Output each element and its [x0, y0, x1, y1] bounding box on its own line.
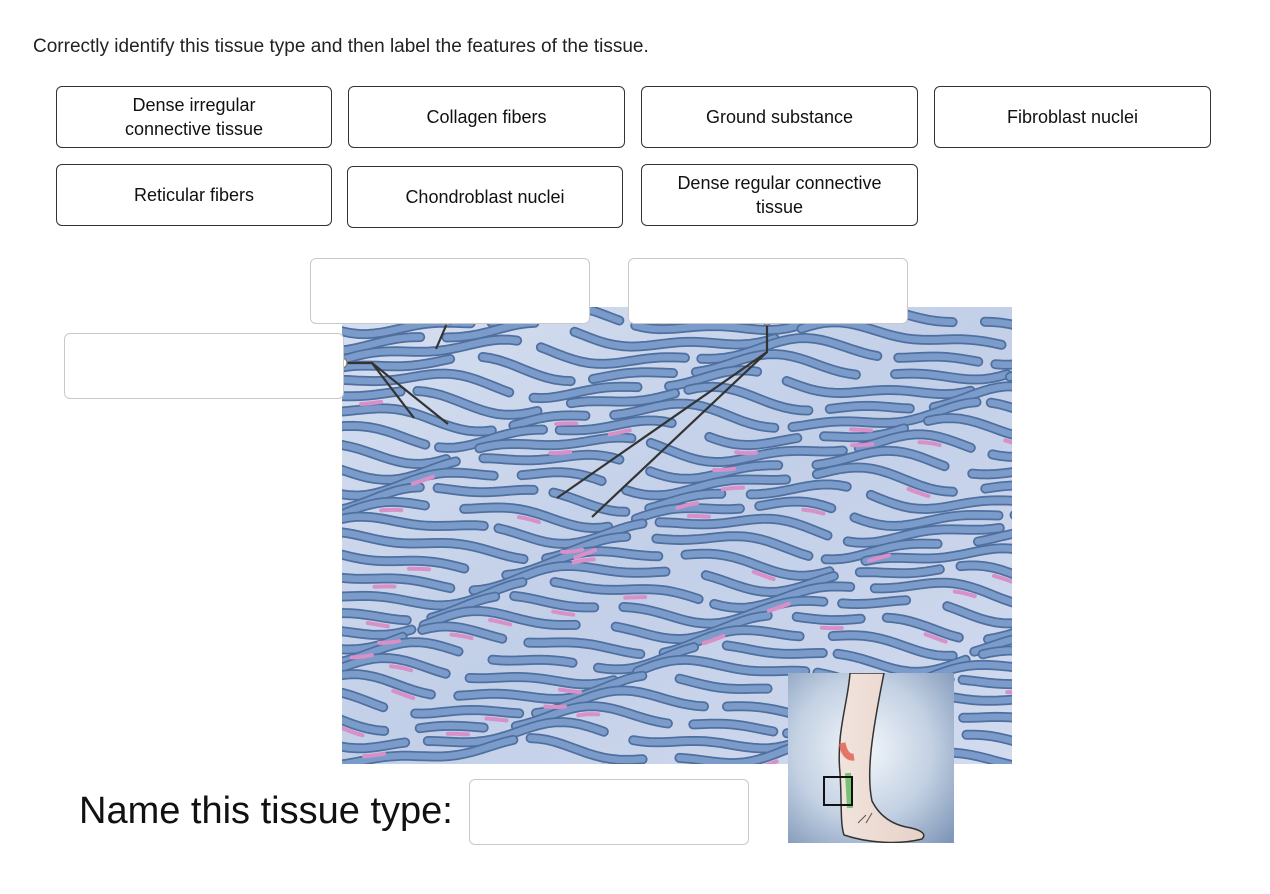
collagen-fiber	[793, 613, 864, 624]
fibroblast-nucleus	[407, 566, 431, 572]
collagen-fiber	[416, 722, 487, 732]
collagen-fiber	[982, 482, 1012, 492]
fibroblast-nucleus	[560, 547, 585, 554]
choice-label: Collagen fibers	[426, 107, 547, 127]
tissue-name-input[interactable]	[469, 779, 749, 845]
drop-target-top-left[interactable]	[310, 258, 590, 324]
choice-label: Reticular fibers	[133, 185, 255, 205]
fibroblast-nucleus	[359, 399, 384, 406]
choice-label: Dense irregular connective tissue	[124, 95, 264, 139]
collagen-fiber	[489, 656, 576, 667]
fibroblast-nucleus	[554, 421, 579, 426]
choice-collagen-fibers[interactable]: Collagen fibers	[348, 86, 625, 148]
fibroblast-nucleus	[1005, 690, 1012, 695]
choice-dense-regular[interactable]: Dense regular connective tissue	[641, 164, 918, 226]
collagen-fiber	[411, 706, 523, 717]
collagen-fiber	[989, 451, 1012, 461]
fibroblast-nucleus	[377, 638, 402, 645]
fibroblast-nucleus	[484, 716, 509, 723]
fibroblast-nucleus	[712, 466, 737, 473]
choice-chondroblast-nuclei[interactable]: Chondroblast nuclei	[347, 166, 623, 228]
drop-target-left[interactable]	[64, 333, 344, 399]
fibroblast-nucleus	[543, 704, 568, 709]
instruction-text: Correctly identify this tissue type and …	[33, 36, 649, 57]
tissue-name-label: Name this tissue type:	[79, 790, 453, 832]
choice-dense-irregular[interactable]: Dense irregular connective tissue	[56, 86, 332, 148]
choice-fibroblast-nuclei[interactable]: Fibroblast nuclei	[934, 86, 1211, 148]
choice-label: Fibroblast nuclei	[1006, 107, 1139, 127]
fibroblast-nucleus	[720, 485, 745, 492]
fibroblast-nucleus	[349, 653, 374, 660]
collagen-fiber	[826, 402, 914, 413]
fibroblast-nucleus	[734, 450, 759, 456]
choice-reticular-fibers[interactable]: Reticular fibers	[56, 164, 332, 226]
choice-ground-substance[interactable]: Ground substance	[641, 86, 918, 148]
fibroblast-nucleus	[623, 595, 648, 600]
fibroblast-nucleus	[849, 427, 874, 433]
drop-target-top-right[interactable]	[628, 258, 908, 324]
fibroblast-nucleus	[362, 751, 387, 759]
fibroblast-nucleus	[548, 449, 573, 456]
fibroblast-nucleus	[557, 687, 582, 695]
fibroblast-nucleus	[576, 712, 601, 718]
choice-label: Chondroblast nuclei	[405, 187, 565, 207]
choice-label: Dense regular connective tissue	[677, 173, 882, 217]
fibroblast-nucleus	[445, 731, 470, 737]
fibroblast-nucleus	[850, 442, 875, 448]
fibroblast-nucleus	[686, 514, 711, 519]
leg-tendon-inset-icon	[788, 673, 954, 843]
choice-label: Ground substance	[705, 107, 854, 127]
fibroblast-nucleus	[379, 507, 404, 513]
collagen-fiber	[838, 596, 910, 608]
